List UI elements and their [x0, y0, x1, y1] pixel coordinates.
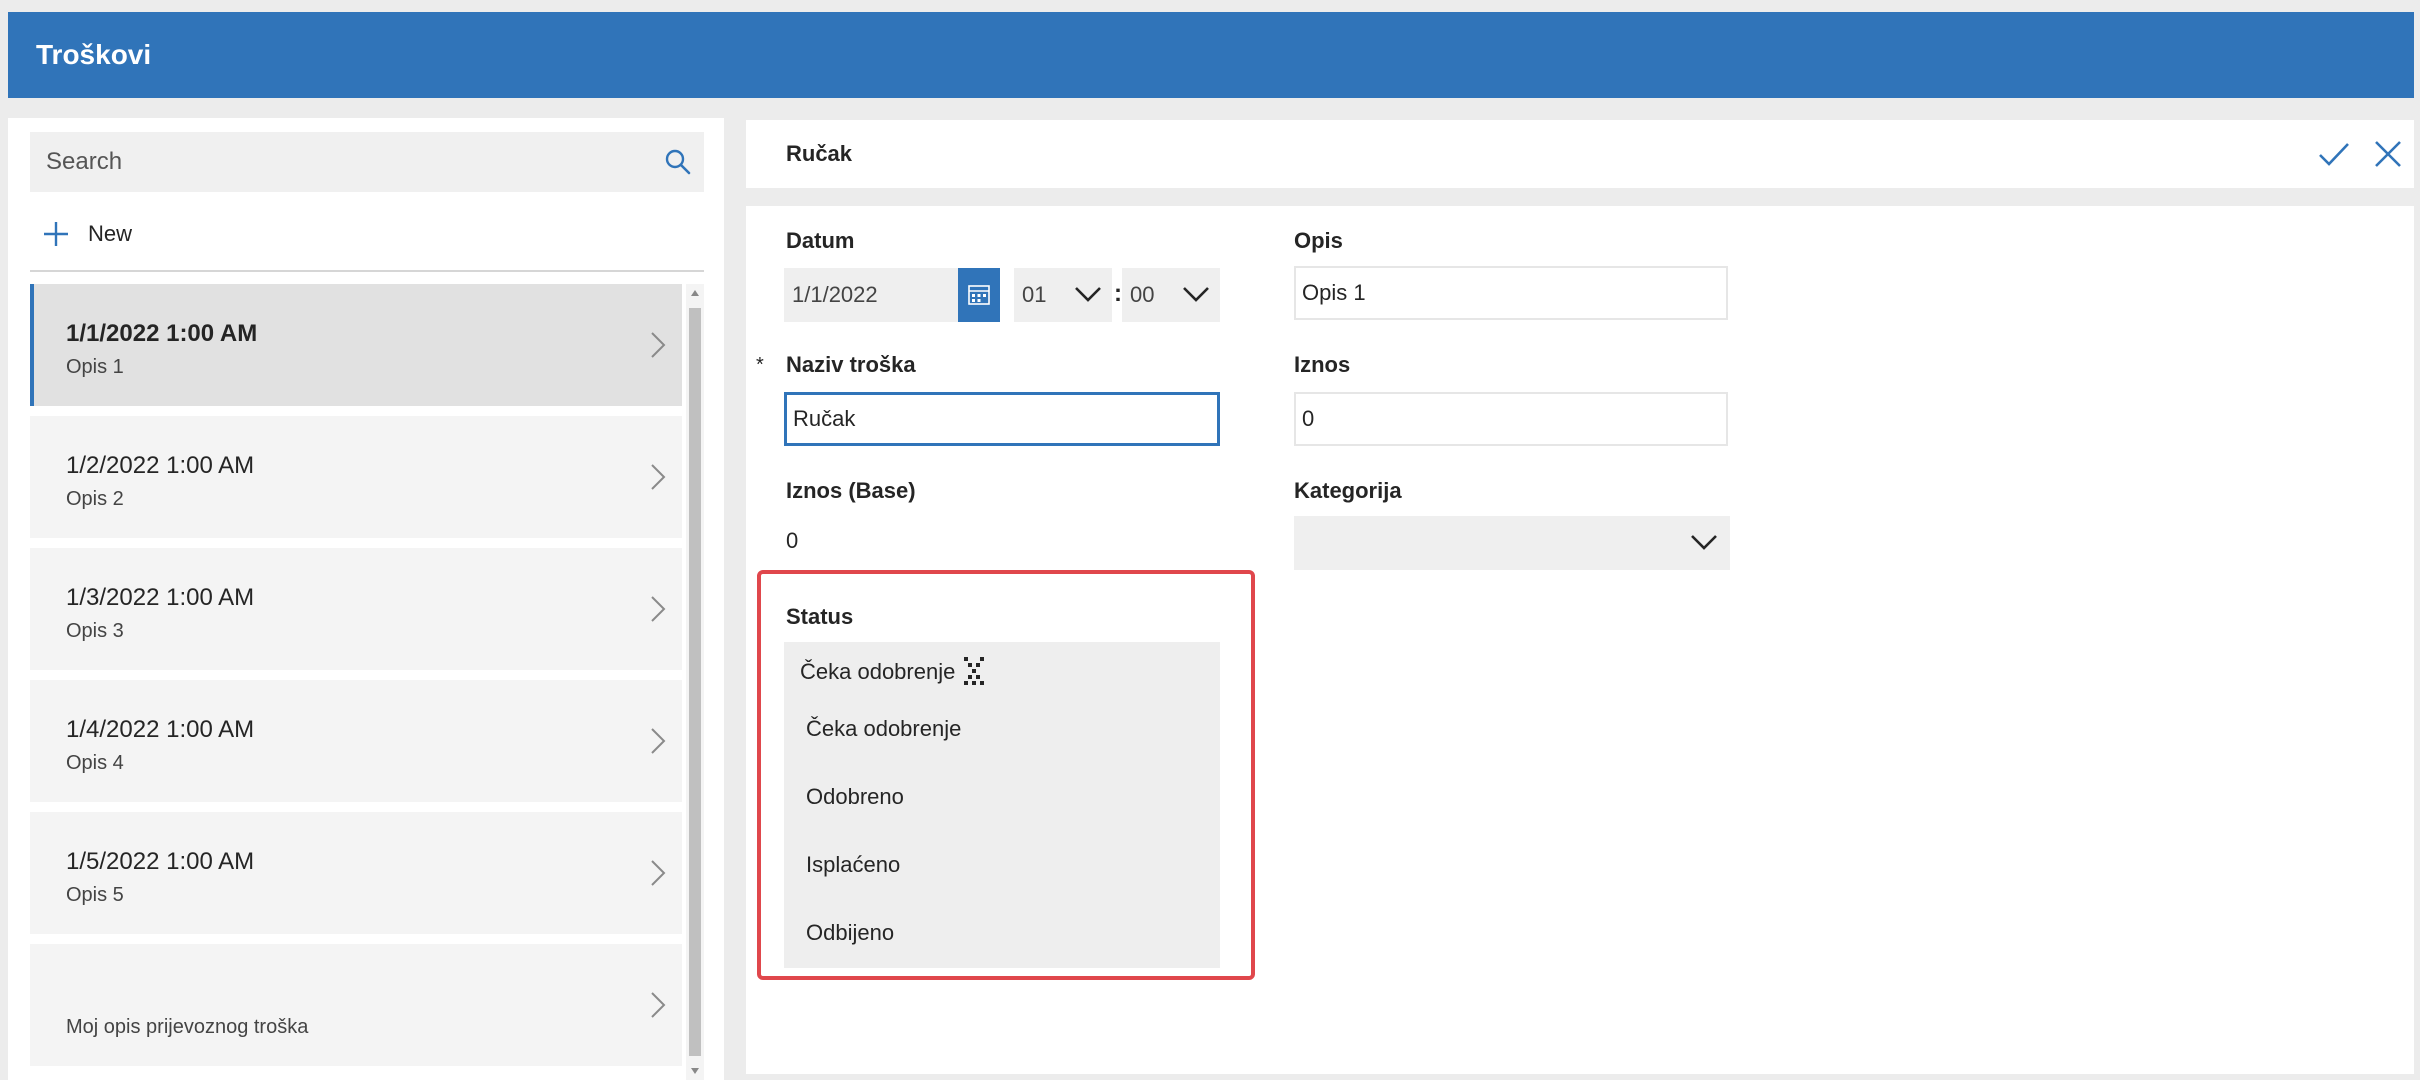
app-title: Troškovi — [36, 39, 152, 70]
new-button[interactable]: New — [42, 212, 132, 256]
iznos-base-label: Iznos (Base) — [786, 478, 916, 503]
datum-label: Datum — [786, 228, 855, 253]
chevron-right-icon[interactable] — [648, 726, 668, 756]
time-separator: : — [1114, 280, 1122, 307]
naziv-label: Naziv troška — [786, 352, 916, 377]
plus-icon — [44, 222, 68, 246]
checkmark-icon[interactable] — [2316, 136, 2352, 172]
hour-select[interactable]: 01 — [1014, 268, 1112, 322]
expense-list-panel: Search New 1/1/2022 1:00 AM Opis 1 1/2/2… — [8, 118, 724, 1080]
status-option[interactable]: Isplaćeno — [806, 852, 900, 878]
expense-list: 1/1/2022 1:00 AM Opis 1 1/2/2022 1:00 AM… — [30, 284, 682, 1080]
list-item-title: 1/5/2022 1:00 AM — [66, 848, 255, 875]
iznos-base-value: 0 — [786, 528, 799, 553]
list-item-subtitle: Opis 2 — [66, 488, 124, 510]
iznos-label: Iznos — [1294, 352, 1351, 377]
list-item-subtitle: Opis 1 — [66, 356, 124, 378]
chevron-down-icon — [1075, 287, 1101, 302]
list-item[interactable]: 1/4/2022 1:00 AM Opis 4 — [30, 680, 682, 802]
opis-label: Opis — [1294, 228, 1343, 253]
form-header: Ručak — [746, 120, 2414, 188]
status-option[interactable]: Odobreno — [806, 784, 904, 810]
minute-value: 00 — [1130, 282, 1155, 307]
naziv-input[interactable]: Ručak — [784, 392, 1220, 446]
search-box[interactable]: Search — [30, 132, 704, 192]
status-selected-value: Čeka odobrenje — [800, 659, 956, 684]
chevron-down-icon — [1183, 287, 1209, 302]
opis-input[interactable]: Opis 1 — [1294, 266, 1728, 320]
required-marker: * — [756, 354, 764, 376]
scroll-thumb[interactable] — [689, 308, 701, 1056]
list-item-subtitle: Opis 5 — [66, 884, 124, 906]
new-button-label: New — [88, 221, 133, 246]
list-item-subtitle: Opis 3 — [66, 620, 124, 642]
list-item[interactable]: 1/5/2022 1:00 AM Opis 5 — [30, 812, 682, 934]
scroll-up-arrow-icon[interactable] — [691, 290, 699, 296]
list-item-title: 1/2/2022 1:00 AM — [66, 452, 255, 479]
chevron-down-icon — [1691, 535, 1717, 550]
list-item[interactable]: 1/3/2022 1:00 AM Opis 3 — [30, 548, 682, 670]
selection-indicator — [30, 284, 34, 406]
app-header: Troškovi — [8, 12, 2414, 98]
chevron-right-icon[interactable] — [648, 330, 668, 360]
calendar-icon — [968, 285, 990, 305]
drag-handle-icon[interactable] — [961, 654, 987, 690]
iznos-input[interactable]: 0 — [1294, 392, 1728, 446]
chevron-right-icon[interactable] — [648, 594, 668, 624]
calendar-button[interactable] — [958, 268, 1000, 322]
list-item-title: 1/3/2022 1:00 AM — [66, 584, 255, 611]
list-item-subtitle: Opis 4 — [66, 752, 124, 774]
list-item-title: 1/4/2022 1:00 AM — [66, 716, 255, 743]
date-input[interactable]: 1/1/2022 — [784, 268, 958, 322]
list-scrollbar[interactable] — [686, 284, 704, 1080]
chevron-right-icon[interactable] — [648, 990, 668, 1020]
status-option[interactable]: Odbijeno — [806, 920, 894, 946]
hour-value: 01 — [1022, 282, 1047, 307]
kategorija-label: Kategorija — [1294, 478, 1402, 503]
list-item[interactable]: 1/2/2022 1:00 AM Opis 2 — [30, 416, 682, 538]
list-item-subtitle: Moj opis prijevoznog troška — [66, 1016, 309, 1038]
form-title: Ručak — [786, 141, 853, 166]
status-selected[interactable]: Čeka odobrenje — [800, 654, 987, 690]
list-item-title: 1/1/2022 1:00 AM — [66, 320, 258, 347]
kategorija-select[interactable] — [1294, 516, 1730, 570]
search-icon[interactable] — [662, 146, 694, 178]
minute-select[interactable]: 00 — [1122, 268, 1220, 322]
list-item[interactable]: 1/1/2022 1:00 AM Opis 1 — [30, 284, 682, 406]
list-item[interactable]: Moj opis prijevoznog troška — [30, 944, 682, 1066]
status-option[interactable]: Čeka odobrenje — [806, 716, 961, 742]
search-input[interactable]: Search — [46, 132, 122, 192]
status-dropdown[interactable]: Čeka odobrenje Čeka odobrenje Odobreno I… — [784, 642, 1220, 968]
chevron-right-icon[interactable] — [648, 462, 668, 492]
chevron-right-icon[interactable] — [648, 858, 668, 888]
close-icon[interactable] — [2370, 136, 2406, 172]
list-divider — [30, 270, 704, 272]
scroll-down-arrow-icon[interactable] — [691, 1068, 699, 1074]
